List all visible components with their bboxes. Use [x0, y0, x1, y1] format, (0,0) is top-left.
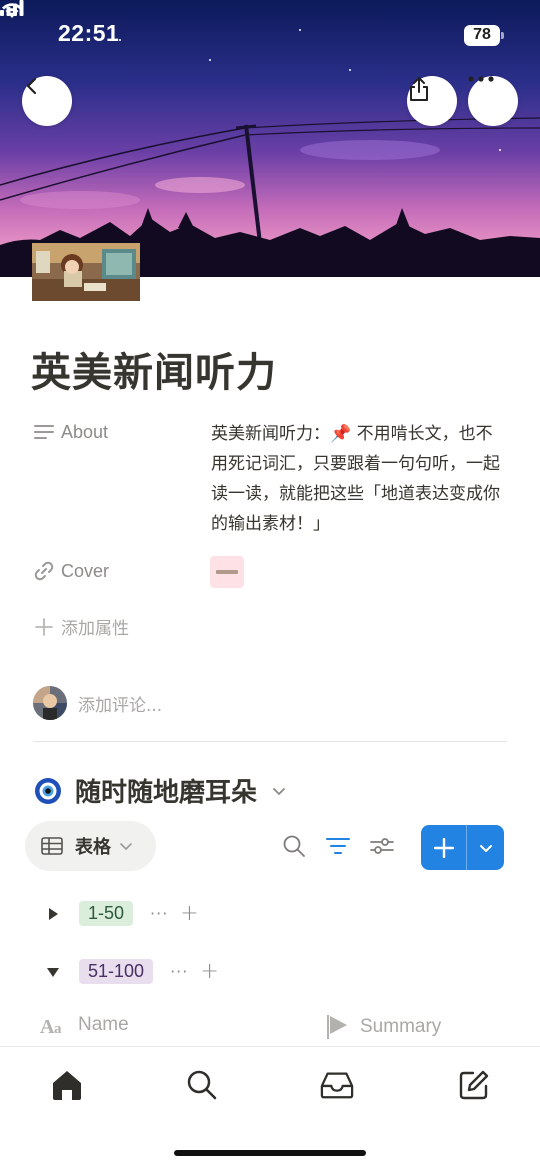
battery-level: 78 [473, 26, 491, 43]
page-title[interactable]: 英美新闻听力 [31, 340, 277, 398]
wifi-icon [2, 3, 22, 18]
home-indicator [174, 1150, 366, 1156]
title-aa-icon: A a [40, 1016, 62, 1035]
sliders-icon [370, 838, 394, 854]
home-icon [53, 1071, 81, 1100]
new-entry-button-group [421, 825, 504, 870]
property-about[interactable]: About [33, 421, 108, 443]
avatar [33, 686, 67, 720]
property-about-label: About [61, 421, 109, 442]
cover-file-thumbnail[interactable] [210, 556, 244, 588]
share-icon [410, 77, 428, 101]
text-lines-icon [33, 421, 55, 443]
cover-image[interactable]: 22:51 78 [0, 0, 540, 277]
flag-icon [327, 1015, 347, 1039]
property-cover[interactable]: Cover [33, 560, 109, 582]
search-icon [187, 1070, 217, 1100]
svg-text:a: a [54, 1021, 62, 1035]
column-header-summary[interactable]: Summary [326, 1014, 441, 1040]
compose-icon [459, 1070, 489, 1100]
new-entry-options-button[interactable] [467, 825, 504, 870]
share-button[interactable] [407, 76, 457, 126]
filter-icon [326, 838, 350, 854]
search-icon [283, 835, 305, 857]
database-title-row[interactable]: 随时随地磨耳朵 [34, 772, 287, 809]
tab-search[interactable] [185, 1068, 219, 1102]
add-property-label: 添加属性 [61, 619, 129, 639]
svg-text:A: A [40, 1016, 55, 1035]
database-title[interactable]: 随时随地磨耳朵 [75, 772, 257, 809]
group-tag: 1-50 [79, 901, 134, 926]
triangle-right-icon[interactable] [46, 907, 60, 921]
chevron-down-icon [479, 844, 492, 852]
chevron-left-icon [26, 77, 37, 95]
column-header-label: Name [78, 1014, 129, 1035]
lofi-girl-thumbnail [32, 243, 140, 301]
status-bar: 22:51 78 [0, 0, 540, 70]
view-settings-button[interactable] [369, 833, 395, 859]
back-button[interactable] [22, 76, 72, 126]
plus-icon [433, 837, 454, 858]
battery-indicator: 78 [464, 25, 504, 46]
status-time: 22:51 [58, 20, 120, 46]
tab-inbox[interactable] [320, 1068, 354, 1102]
chevron-down-icon [120, 843, 132, 850]
inbox-icon [320, 1072, 354, 1099]
divider [33, 741, 507, 742]
property-cover-label: Cover [61, 560, 110, 581]
group-tag: 51-100 [79, 959, 154, 984]
triangle-down-icon[interactable] [46, 965, 60, 979]
view-selector-label: 表格 [75, 837, 111, 858]
tab-home[interactable] [50, 1068, 84, 1102]
add-comment[interactable]: 添加评论... [33, 686, 162, 720]
more-options-button[interactable] [468, 76, 518, 126]
add-property-button[interactable]: 添加属性 [33, 614, 129, 639]
comment-input[interactable]: 添加评论... [78, 691, 162, 716]
search-button[interactable] [281, 833, 307, 859]
group-more-button[interactable]: ··· [150, 904, 168, 923]
page-icon-image[interactable] [32, 243, 140, 301]
column-header-label: Summary [360, 1016, 442, 1037]
plus-icon [33, 616, 55, 638]
filter-button[interactable] [325, 833, 351, 859]
group-row[interactable]: 51-100 ··· + [46, 959, 219, 984]
group-row[interactable]: 1-50 ··· + [46, 901, 199, 926]
view-selector[interactable]: 表格 [25, 821, 156, 871]
group-add-button[interactable]: + [180, 901, 198, 926]
column-header-name[interactable]: A a Name [40, 1014, 129, 1036]
table-icon [41, 837, 63, 855]
group-more-button[interactable]: ··· [170, 962, 188, 981]
nazar-amulet-icon [35, 777, 61, 804]
new-entry-button[interactable] [421, 825, 466, 870]
tab-compose[interactable] [457, 1068, 491, 1102]
group-add-button[interactable]: + [200, 959, 218, 984]
property-about-value[interactable]: 英美新闻听力：📌 不用啃长文，也不用死记词汇，只要跟着一句句听，一起读一读，就能… [211, 419, 501, 539]
chevron-down-icon[interactable] [271, 783, 287, 799]
ellipsis-icon [468, 76, 494, 82]
link-icon [33, 560, 55, 582]
